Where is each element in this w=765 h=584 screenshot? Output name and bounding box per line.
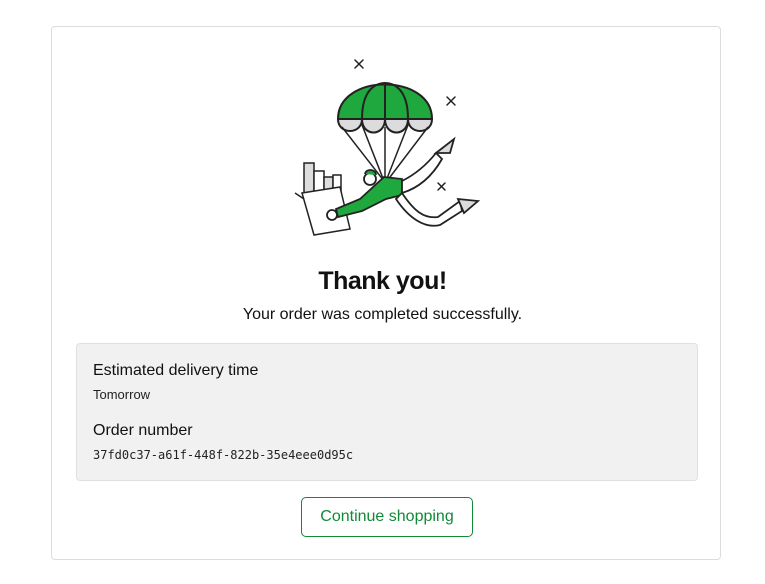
order-number-label: Order number [93,422,193,439]
confirmation-message: Your order was completed successfully. [242,306,523,323]
order-details-panel: Estimated delivery time Tomorrow Order n… [76,343,698,481]
order-number-value: 37fd0c37-a61f-448f-822b-35e4eee0d95c [93,448,354,462]
delivery-time-value: Tomorrow [93,387,151,402]
delivery-time-label: Estimated delivery time [93,362,259,379]
page-title: Thank you! [318,267,447,295]
parachute-delivery-illustration-icon [294,59,481,236]
continue-shopping-button[interactable]: Continue shopping [301,497,473,537]
